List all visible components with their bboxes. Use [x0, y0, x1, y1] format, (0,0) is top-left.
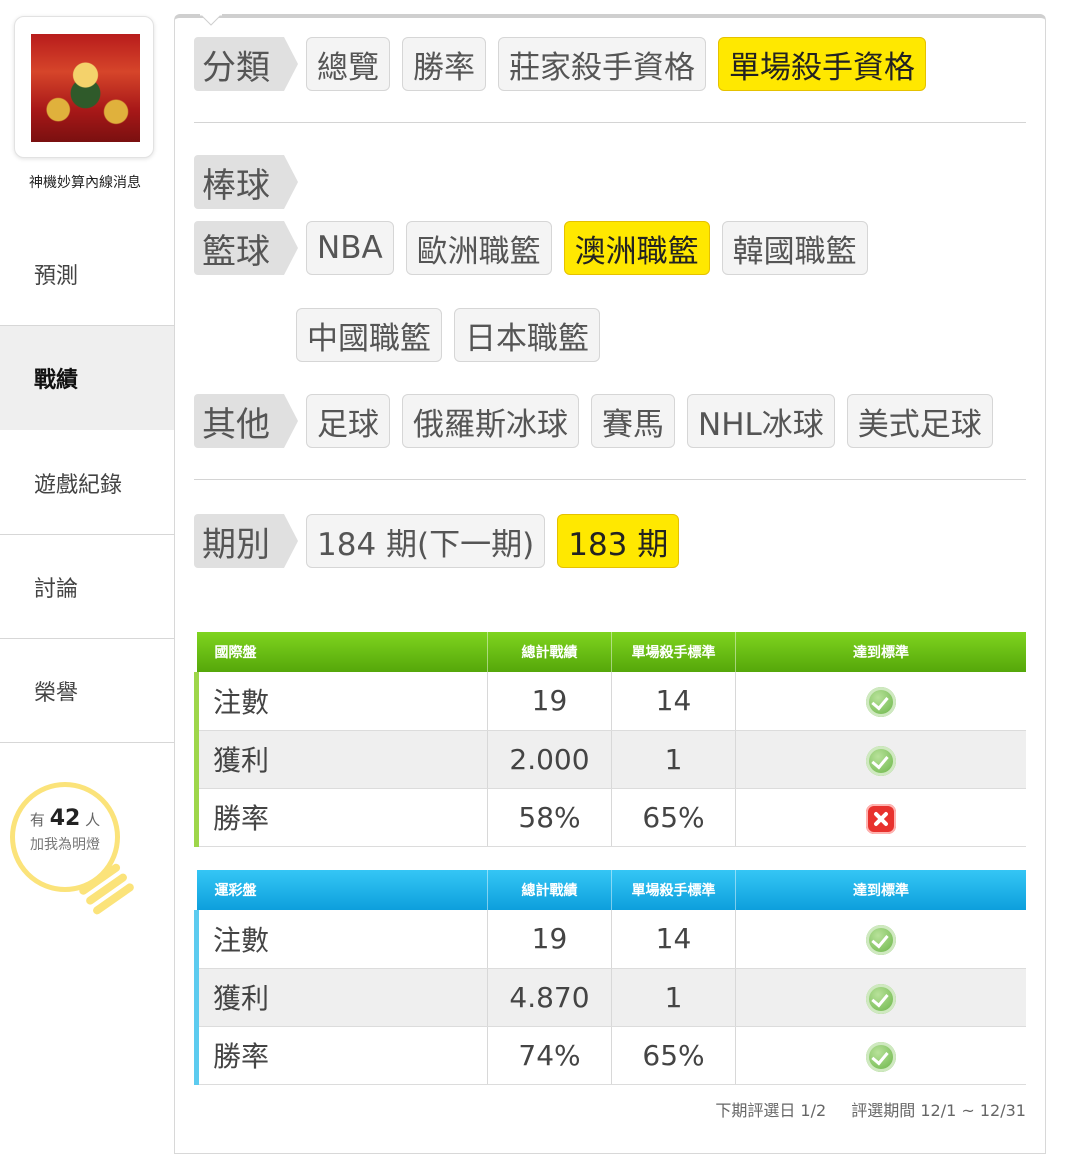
- column-header: 運彩盤: [196, 870, 488, 910]
- column-header: 總計戰績: [487, 632, 612, 672]
- tab-single-killer[interactable]: 單場殺手資格: [718, 37, 926, 91]
- tab-overview[interactable]: 總覽: [306, 37, 390, 91]
- column-header: 達到標準: [735, 870, 1026, 910]
- league-korea[interactable]: 韓國職籃: [721, 221, 868, 275]
- table-row: 注數 19 14: [194, 910, 1026, 969]
- selection-period-note: 下期評選日 1/2 評選期間 12/1 ~ 12/31: [695, 1097, 1026, 1121]
- other-label: 其他: [194, 394, 298, 448]
- table-row: 勝率 74% 65%: [194, 1026, 1026, 1085]
- tab-banker-killer[interactable]: 莊家殺手資格: [498, 37, 706, 91]
- metric-met-cell: [735, 730, 1026, 789]
- metric-met-cell: [735, 672, 1026, 731]
- metric-standard: 65%: [611, 788, 736, 847]
- other-filter-row: 其他 足球 俄羅斯冰球 賽馬 NHL冰球 美式足球: [194, 394, 1005, 448]
- metric-standard: 65%: [611, 1026, 736, 1085]
- metric-met-cell: [735, 910, 1026, 969]
- avatar-image: [31, 34, 140, 142]
- next-selection-date: 下期評選日 1/2: [715, 1101, 827, 1120]
- table-row: 注數 19 14: [194, 672, 1026, 731]
- metric-total: 4.870: [487, 968, 612, 1027]
- metric-total: 74%: [487, 1026, 612, 1085]
- period-label: 期別: [194, 514, 298, 568]
- table-header-row: 國際盤 總計戰績 單場殺手標準 達到標準: [196, 632, 1026, 672]
- metric-name: 勝率: [194, 788, 488, 847]
- metric-total: 19: [487, 672, 612, 731]
- follower-caption: 加我為明燈: [30, 837, 100, 853]
- column-header: 總計戰績: [487, 870, 612, 910]
- panel-pointer-icon: [200, 14, 222, 26]
- period-current[interactable]: 183 期: [557, 514, 680, 568]
- league-japan[interactable]: 日本職籃: [454, 308, 600, 362]
- sport-soccer[interactable]: 足球: [306, 394, 390, 448]
- metric-met-cell: [735, 1026, 1026, 1085]
- table-header-row: 運彩盤 總計戰績 單場殺手標準 達到標準: [196, 870, 1026, 910]
- cross-icon: [866, 803, 896, 834]
- metric-name: 注數: [194, 672, 488, 731]
- league-australia[interactable]: 澳洲職籃: [563, 221, 710, 275]
- sport-american-football[interactable]: 美式足球: [846, 394, 993, 448]
- nav-item-honor[interactable]: 榮譽: [0, 639, 174, 743]
- lottery-stats-table: 運彩盤 總計戰績 單場殺手標準 達到標準 注數 19 14 獲利 4.870 1…: [194, 870, 1026, 1085]
- basketball-filter-row: 籃球 NBA 歐洲職籃 澳洲職籃 韓國職籃: [194, 221, 880, 275]
- selection-period-range: 評選期間 12/1 ~ 12/31: [851, 1101, 1026, 1120]
- divider: [194, 479, 1026, 480]
- avatar[interactable]: [14, 16, 154, 158]
- league-nba[interactable]: NBA: [306, 221, 394, 275]
- baseball-label[interactable]: 棒球: [194, 155, 298, 209]
- metric-name: 獲利: [194, 968, 488, 1027]
- sport-horse-racing[interactable]: 賽馬: [591, 394, 675, 448]
- column-header: 單場殺手標準: [611, 870, 736, 910]
- category-label: 分類: [194, 37, 298, 91]
- nav-item-predict[interactable]: 預測: [0, 222, 174, 326]
- column-header: 國際盤: [196, 632, 488, 672]
- basketball-label: 籃球: [194, 221, 298, 275]
- metric-total: 58%: [487, 788, 612, 847]
- table-row: 獲利 2.000 1: [194, 730, 1026, 789]
- category-filter-row: 分類 總覽 勝率 莊家殺手資格 單場殺手資格: [194, 37, 938, 91]
- metric-name: 勝率: [194, 1026, 488, 1085]
- period-next[interactable]: 184 期(下一期): [306, 514, 546, 568]
- league-euro[interactable]: 歐洲職籃: [405, 221, 552, 275]
- metric-met-cell: [735, 968, 1026, 1027]
- metric-standard: 1: [611, 968, 736, 1027]
- table-row: 勝率 58% 65%: [194, 788, 1026, 847]
- period-filter-row: 期別 184 期(下一期) 183 期: [194, 514, 691, 568]
- metric-standard: 14: [611, 672, 736, 731]
- sport-khl[interactable]: 俄羅斯冰球: [402, 394, 579, 448]
- lightbulb-follow-button[interactable]: 有 42 人 加我為明燈: [10, 782, 136, 932]
- metric-standard: 14: [611, 910, 736, 969]
- check-icon: [866, 745, 896, 776]
- metric-standard: 1: [611, 730, 736, 789]
- metric-met-cell: [735, 788, 1026, 847]
- table-row: 獲利 4.870 1: [194, 968, 1026, 1027]
- check-icon: [866, 925, 896, 956]
- user-name[interactable]: 神機妙算內線消息: [0, 172, 170, 192]
- divider: [194, 122, 1026, 123]
- metric-name: 獲利: [194, 730, 488, 789]
- basketball-filter-row-2: 中國職籃 日本職籃: [296, 308, 612, 362]
- metric-name: 注數: [194, 910, 488, 969]
- metric-total: 2.000: [487, 730, 612, 789]
- column-header: 達到標準: [735, 632, 1026, 672]
- metric-total: 19: [487, 910, 612, 969]
- column-header: 單場殺手標準: [611, 632, 736, 672]
- nav-item-record[interactable]: 戰績: [0, 326, 174, 430]
- sport-nhl[interactable]: NHL冰球: [687, 394, 835, 448]
- check-icon: [866, 1041, 896, 1072]
- intl-stats-table: 國際盤 總計戰績 單場殺手標準 達到標準 注數 19 14 獲利 2.000 1…: [194, 632, 1026, 847]
- baseball-filter-row: 棒球: [194, 155, 306, 209]
- sidebar: 神機妙算內線消息 預測 戰績 遊戲紀錄 討論 榮譽 有 42 人 加我為明燈: [0, 0, 174, 1144]
- check-icon: [866, 687, 896, 718]
- league-china[interactable]: 中國職籃: [296, 308, 442, 362]
- tab-win-rate[interactable]: 勝率: [402, 37, 486, 91]
- check-icon: [866, 983, 896, 1014]
- nav-item-discussion[interactable]: 討論: [0, 535, 174, 639]
- follower-count: 有 42 人: [29, 806, 101, 831]
- nav-item-game-log[interactable]: 遊戲紀錄: [0, 431, 174, 535]
